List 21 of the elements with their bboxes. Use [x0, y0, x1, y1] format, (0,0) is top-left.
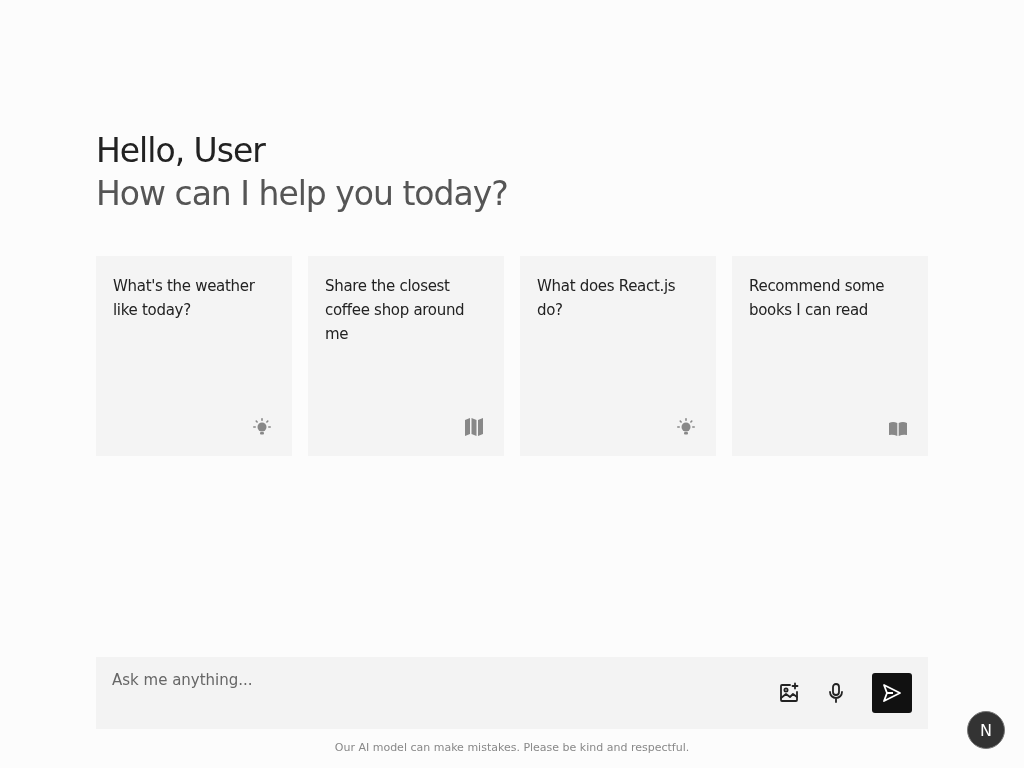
suggestion-card[interactable]: Share the closest coffee shop around me: [308, 256, 504, 456]
send-button[interactable]: [872, 673, 912, 713]
map-icon: [464, 417, 484, 437]
disclaimer-text: Our AI model can make mistakes. Please be kind and respectful.: [333, 741, 691, 754]
dev-badge[interactable]: N: [967, 711, 1005, 749]
add-image-icon[interactable]: [778, 682, 800, 704]
greeting-title: Hello, User: [96, 130, 267, 172]
suggestion-card[interactable]: What does React.js do?: [520, 256, 716, 456]
microphone-icon[interactable]: [826, 682, 846, 704]
suggestion-text: What's the weather like today?: [113, 276, 256, 321]
suggestion-text: Share the closest coffee shop around me: [325, 276, 466, 345]
suggestion-card[interactable]: What's the weather like today?: [96, 256, 292, 456]
book-icon: [888, 421, 908, 437]
lightbulb-icon: [676, 417, 696, 437]
suggestion-text: What does React.js do?: [537, 276, 677, 321]
suggestion-text: Recommend some books I can read: [749, 276, 886, 321]
send-icon: [882, 683, 902, 703]
lightbulb-icon: [252, 417, 272, 437]
message-input[interactable]: Ask me anything...: [112, 671, 752, 689]
greeting-subtitle: How can I help you today?: [96, 173, 509, 215]
suggestion-card[interactable]: Recommend some books I can read: [732, 256, 928, 456]
